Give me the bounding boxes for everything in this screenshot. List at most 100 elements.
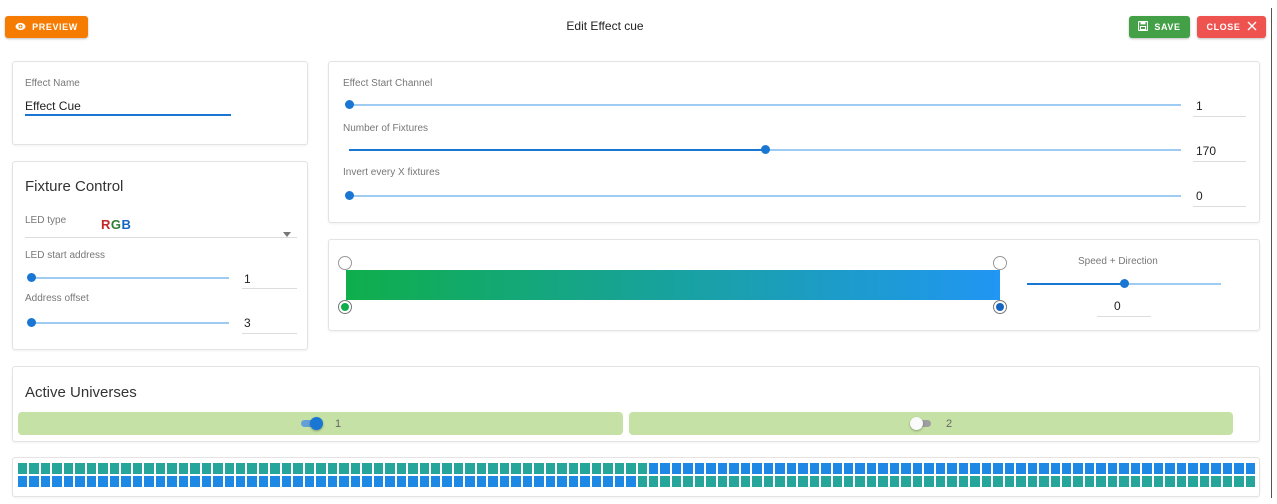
fixture-cell[interactable] xyxy=(373,476,384,487)
fixture-cell[interactable] xyxy=(1199,476,1210,487)
fixture-cell[interactable] xyxy=(52,463,62,474)
fixture-cell[interactable] xyxy=(453,476,464,487)
fixture-cell[interactable] xyxy=(167,476,177,487)
fixture-cell[interactable] xyxy=(614,476,625,487)
fixture-cell[interactable] xyxy=(637,476,647,487)
fixture-cell[interactable] xyxy=(224,463,234,474)
fixture-cell[interactable] xyxy=(522,463,533,474)
fixture-cell[interactable] xyxy=(362,463,372,474)
fixture-cell[interactable] xyxy=(121,463,131,474)
fixture-cell[interactable] xyxy=(396,476,407,487)
fixture-cell[interactable] xyxy=(235,463,246,474)
gradient-top-right-handle[interactable] xyxy=(993,256,1007,270)
fixture-cell[interactable] xyxy=(201,463,212,474)
fixture-cell[interactable] xyxy=(408,476,418,487)
fixture-cell[interactable] xyxy=(304,476,315,487)
fixture-cell[interactable] xyxy=(121,476,131,487)
fixture-cell[interactable] xyxy=(706,463,716,474)
fixture-cell[interactable] xyxy=(385,463,395,474)
fixture-cell[interactable] xyxy=(167,463,177,474)
fixture-cell[interactable] xyxy=(1073,476,1083,487)
fixture-cell[interactable] xyxy=(190,463,200,474)
fixture-cell[interactable] xyxy=(258,476,269,487)
fixture-cell[interactable] xyxy=(511,476,521,487)
chevron-down-icon[interactable] xyxy=(283,224,291,242)
fixture-cell[interactable] xyxy=(1165,463,1175,474)
fixture-cell[interactable] xyxy=(40,476,51,487)
fixture-cell[interactable] xyxy=(476,463,487,474)
fixture-cell[interactable] xyxy=(1188,463,1198,474)
fixture-cell[interactable] xyxy=(889,476,900,487)
save-button[interactable]: SAVE xyxy=(1129,16,1190,38)
fixture-cell[interactable] xyxy=(832,463,842,474)
fixture-cell[interactable] xyxy=(1027,463,1038,474)
fixture-cell[interactable] xyxy=(109,463,120,474)
fixture-cell[interactable] xyxy=(1039,476,1049,487)
fixture-cell[interactable] xyxy=(431,476,441,487)
fixture-cell[interactable] xyxy=(488,463,498,474)
fixture-cell[interactable] xyxy=(970,463,980,474)
fixture-cell[interactable] xyxy=(591,476,602,487)
fixture-cell[interactable] xyxy=(821,463,831,474)
fixtures-thumb[interactable] xyxy=(761,145,770,154)
address-offset-thumb[interactable] xyxy=(27,318,36,327)
fixture-cell[interactable] xyxy=(798,476,808,487)
fixture-cell[interactable] xyxy=(327,476,338,487)
fixture-cell[interactable] xyxy=(1119,463,1129,474)
fixture-cell[interactable] xyxy=(1142,476,1152,487)
fixture-cell[interactable] xyxy=(717,476,728,487)
start-channel-thumb[interactable] xyxy=(345,100,354,109)
fixture-cell[interactable] xyxy=(52,476,62,487)
fixture-cell[interactable] xyxy=(557,476,567,487)
universe-2-bar[interactable]: 2 xyxy=(629,412,1233,435)
fixture-cell[interactable] xyxy=(580,463,590,474)
fixture-cell[interactable] xyxy=(190,476,200,487)
fixture-cell[interactable] xyxy=(109,476,120,487)
fixture-cell[interactable] xyxy=(855,463,865,474)
fixture-cell[interactable] xyxy=(1084,463,1095,474)
fixture-cell[interactable] xyxy=(740,463,751,474)
fixture-cell[interactable] xyxy=(648,476,659,487)
fixture-cell[interactable] xyxy=(1130,463,1141,474)
fixture-cell[interactable] xyxy=(132,476,143,487)
start-channel-value[interactable]: 1 xyxy=(1196,99,1203,113)
gradient-end-handle[interactable] xyxy=(993,300,1007,314)
fixture-cell[interactable] xyxy=(224,476,234,487)
fixture-cell[interactable] xyxy=(534,476,544,487)
fixture-cell[interactable] xyxy=(408,463,418,474)
fixture-cell[interactable] xyxy=(603,476,613,487)
fixture-cell[interactable] xyxy=(683,463,693,474)
fixture-cell[interactable] xyxy=(499,476,510,487)
fixture-cell[interactable] xyxy=(247,476,257,487)
fixture-cell[interactable] xyxy=(1073,463,1083,474)
effect-name-input[interactable]: Effect Cue xyxy=(25,99,81,113)
fixture-cell[interactable] xyxy=(1016,463,1026,474)
fixture-cell[interactable] xyxy=(75,463,85,474)
fixture-cell[interactable] xyxy=(316,463,326,474)
fixture-cell[interactable] xyxy=(442,476,452,487)
fixture-cell[interactable] xyxy=(1084,476,1095,487)
fixture-cell[interactable] xyxy=(98,476,108,487)
fixture-cell[interactable] xyxy=(350,476,361,487)
fixture-cell[interactable] xyxy=(901,476,911,487)
fixture-cell[interactable] xyxy=(671,463,682,474)
fixture-cell[interactable] xyxy=(1016,476,1026,487)
fixture-cell[interactable] xyxy=(1176,476,1187,487)
fixture-cell[interactable] xyxy=(706,476,716,487)
fixture-cell[interactable] xyxy=(844,463,854,474)
fixture-cell[interactable] xyxy=(660,463,670,474)
fixtures-value[interactable]: 170 xyxy=(1196,144,1216,158)
fixture-cell[interactable] xyxy=(155,476,166,487)
fixture-cell[interactable] xyxy=(775,476,785,487)
fixture-cell[interactable] xyxy=(935,476,946,487)
fixture-cell[interactable] xyxy=(958,476,969,487)
universe-1-bar[interactable]: 1 xyxy=(18,412,623,435)
invert-slider[interactable] xyxy=(349,195,1181,197)
universe-2-toggle[interactable] xyxy=(910,417,933,430)
fixture-cell[interactable] xyxy=(1142,463,1152,474)
fixture-cell[interactable] xyxy=(683,476,693,487)
fixture-cell[interactable] xyxy=(258,463,269,474)
fixture-cell[interactable] xyxy=(740,476,751,487)
fixture-cell[interactable] xyxy=(75,476,85,487)
fixture-cell[interactable] xyxy=(270,463,280,474)
